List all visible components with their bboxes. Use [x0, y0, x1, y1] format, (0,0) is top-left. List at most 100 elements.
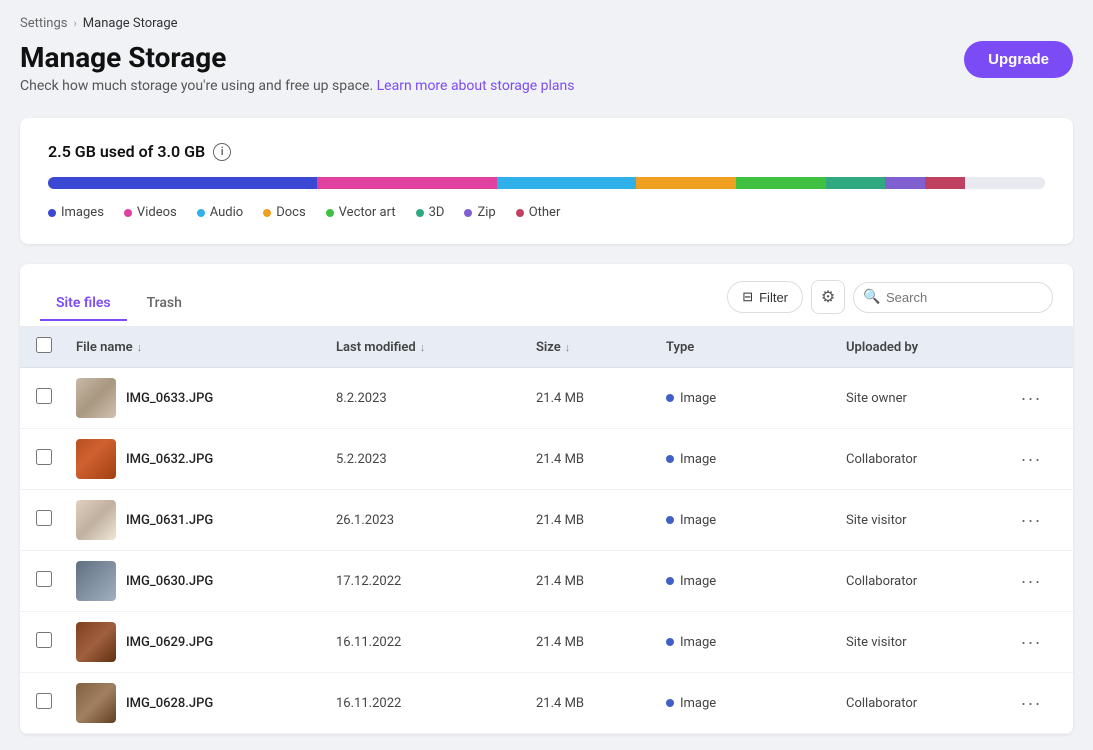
tab-trash[interactable]: Trash [131, 287, 198, 321]
breadcrumb: Settings › Manage Storage [20, 16, 1073, 31]
uploaded-by-cell: Collaborator [846, 452, 1017, 467]
legend-dot [124, 209, 132, 217]
page-subtitle: Check how much storage you're using and … [20, 78, 575, 94]
col-size[interactable]: Size ↓ [536, 340, 666, 355]
type-dot [666, 394, 674, 402]
type-dot [666, 699, 674, 707]
type-cell: Image [666, 574, 846, 589]
progress-segment-videos [317, 177, 496, 189]
breadcrumb-current: Manage Storage [83, 16, 178, 31]
type-label: Image [680, 635, 716, 650]
table-row: IMG_0630.JPG 17.12.2022 21.4 MB Image Co… [20, 551, 1073, 612]
tab-site-files[interactable]: Site files [40, 287, 127, 321]
row-checkbox[interactable] [36, 571, 52, 587]
more-options-button[interactable]: ··· [1017, 506, 1045, 534]
select-all-checkbox[interactable] [36, 337, 52, 353]
file-thumbnail [76, 439, 116, 479]
file-thumbnail [76, 683, 116, 723]
upgrade-button[interactable]: Upgrade [964, 41, 1073, 78]
learn-more-link[interactable]: Learn more about storage plans [377, 78, 575, 94]
page-header: Manage Storage Check how much storage yo… [20, 41, 1073, 94]
uploaded-by-cell: Site visitor [846, 635, 1017, 650]
search-wrap: 🔍 [853, 282, 1053, 313]
table-row: IMG_0631.JPG 26.1.2023 21.4 MB Image Sit… [20, 490, 1073, 551]
uploaded-by-cell: Collaborator [846, 574, 1017, 589]
uploaded-by-cell: Site owner [846, 391, 1017, 406]
type-cell: Image [666, 391, 846, 406]
legend-item-zip: Zip [464, 205, 495, 220]
sort-lastmod-icon: ↓ [420, 341, 426, 354]
col-lastmodified[interactable]: Last modified ↓ [336, 340, 536, 355]
row-checkbox-cell [36, 510, 76, 530]
more-options-button[interactable]: ··· [1017, 384, 1045, 412]
info-icon[interactable]: i [213, 143, 231, 161]
type-cell: Image [666, 696, 846, 711]
progress-segment-docs [636, 177, 736, 189]
more-options-button[interactable]: ··· [1017, 628, 1045, 656]
more-options-button[interactable]: ··· [1017, 689, 1045, 717]
table-row: IMG_0629.JPG 16.11.2022 21.4 MB Image Si… [20, 612, 1073, 673]
row-checkbox[interactable] [36, 388, 52, 404]
col-uploadedby: Uploaded by [846, 340, 1017, 355]
col-filename[interactable]: File name ↓ [76, 340, 336, 355]
type-label: Image [680, 513, 716, 528]
file-thumbnail [76, 378, 116, 418]
row-checkbox[interactable] [36, 693, 52, 709]
col-type: Type [666, 340, 846, 355]
file-cell: IMG_0633.JPG [76, 378, 336, 418]
legend-item-videos: Videos [124, 205, 177, 220]
row-checkbox-cell [36, 632, 76, 652]
progress-segment-audio [497, 177, 637, 189]
table-rows: IMG_0633.JPG 8.2.2023 21.4 MB Image Site… [20, 368, 1073, 734]
more-options-button[interactable]: ··· [1017, 445, 1045, 473]
type-cell: Image [666, 635, 846, 650]
type-label: Image [680, 696, 716, 711]
storage-card: 2.5 GB used of 3.0 GB i Images Videos Audi… [20, 118, 1073, 244]
file-cell: IMG_0631.JPG [76, 500, 336, 540]
file-name: IMG_0633.JPG [126, 391, 213, 406]
progress-segment-other [925, 177, 965, 189]
file-cell: IMG_0632.JPG [76, 439, 336, 479]
actions-cell: ··· [1017, 628, 1057, 656]
legend-item-audio: Audio [197, 205, 243, 220]
legend-item-vector-art: Vector art [326, 205, 396, 220]
storage-progress-bar [48, 177, 1045, 189]
filter-icon: ⊟ [742, 289, 753, 305]
type-label: Image [680, 452, 716, 467]
row-checkbox[interactable] [36, 449, 52, 465]
legend-dot [197, 209, 205, 217]
row-checkbox-cell [36, 693, 76, 713]
file-cell: IMG_0628.JPG [76, 683, 336, 723]
sliders-icon: ⚙ [821, 287, 835, 307]
page-title: Manage Storage [20, 41, 575, 74]
select-all-cell [36, 337, 76, 357]
file-name: IMG_0630.JPG [126, 574, 213, 589]
type-dot [666, 455, 674, 463]
size-cell: 21.4 MB [536, 513, 666, 528]
storage-title: 2.5 GB used of 3.0 GB i [48, 142, 1045, 161]
header-left: Manage Storage Check how much storage yo… [20, 41, 575, 94]
files-header: Site filesTrash ⊟ Filter ⚙ 🔍 [20, 264, 1073, 327]
file-name: IMG_0628.JPG [126, 696, 213, 711]
legend-item-images: Images [48, 205, 104, 220]
date-cell: 5.2.2023 [336, 452, 536, 467]
row-checkbox[interactable] [36, 632, 52, 648]
breadcrumb-parent[interactable]: Settings [20, 16, 67, 31]
file-cell: IMG_0630.JPG [76, 561, 336, 601]
row-checkbox[interactable] [36, 510, 52, 526]
more-options-button[interactable]: ··· [1017, 567, 1045, 595]
search-input[interactable] [853, 282, 1053, 313]
legend-item-other: Other [516, 205, 561, 220]
file-name: IMG_0632.JPG [126, 452, 213, 467]
files-toolbar: ⊟ Filter ⚙ 🔍 [727, 280, 1053, 326]
table-header: File name ↓ Last modified ↓ Size ↓ Type … [20, 327, 1073, 368]
filter-button[interactable]: ⊟ Filter [727, 281, 803, 313]
row-checkbox-cell [36, 388, 76, 408]
chevron-right-icon: › [73, 17, 76, 30]
table-row: IMG_0633.JPG 8.2.2023 21.4 MB Image Site… [20, 368, 1073, 429]
date-cell: 16.11.2022 [336, 696, 536, 711]
columns-settings-button[interactable]: ⚙ [811, 280, 845, 314]
actions-cell: ··· [1017, 384, 1057, 412]
progress-segment-vector-art [736, 177, 826, 189]
size-cell: 21.4 MB [536, 635, 666, 650]
